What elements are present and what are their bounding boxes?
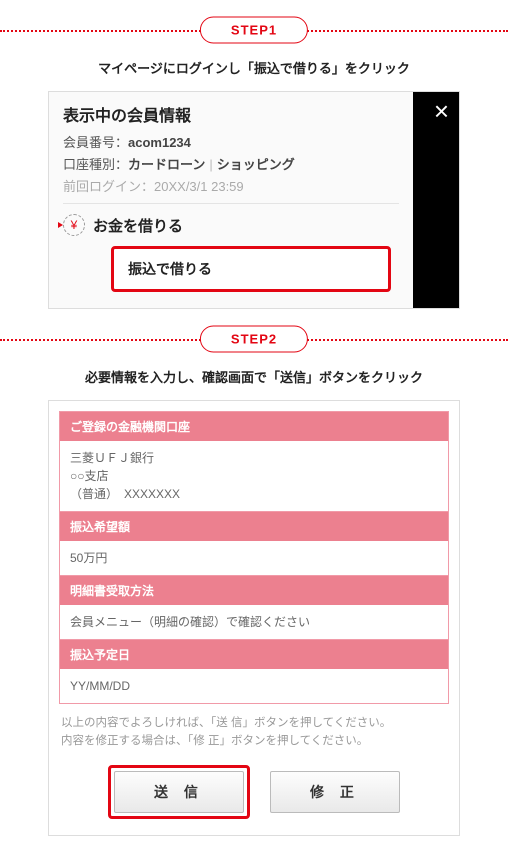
step2-badge: STEP2: [200, 326, 308, 353]
borrow-row: ¥ お金を借りる: [63, 214, 445, 236]
close-icon[interactable]: ×: [434, 98, 449, 124]
field-date-header: 振込予定日: [60, 639, 448, 669]
field-bank-value: 三菱ＵＦＪ銀行 ○○支店 （普通） XXXXXXX: [60, 441, 448, 511]
transfer-borrow-button[interactable]: 振込で借りる: [111, 246, 391, 292]
submit-button[interactable]: 送 信: [114, 771, 244, 813]
mypage-card: × 表示中の会員情報 会員番号：acom1234 口座種別：カードローン | ショッ…: [48, 91, 460, 309]
divider-line: [63, 203, 399, 204]
button-row: 送 信 修 正: [59, 765, 449, 819]
field-amount-value: 50万円: [60, 541, 448, 575]
separator: |: [209, 157, 212, 172]
form-table: ご登録の金融機関口座 三菱ＵＦＪ銀行 ○○支店 （普通） XXXXXXX 振込希…: [59, 411, 449, 704]
step2-caption: 必要情報を入力し、確認画面で「送信」ボタンをクリック: [0, 367, 508, 386]
borrow-section-label: お金を借りる: [93, 215, 183, 236]
member-no-value: acom1234: [128, 135, 191, 150]
step1-caption: マイページにログインし「振込で借りる」をクリック: [0, 58, 508, 77]
account-type-1: カードローン: [128, 157, 205, 172]
step2-divider: STEP2: [0, 319, 508, 359]
step1-divider: STEP1: [0, 10, 508, 50]
account-type-2: ショッピング: [217, 157, 295, 172]
account-type-label: 口座種別：: [63, 157, 128, 172]
card-title: 表示中の会員情報: [63, 102, 445, 126]
yen-icon: ¥: [63, 214, 85, 236]
field-receipt-value: 会員メニュー（明細の確認）で確認ください: [60, 605, 448, 639]
last-login-label: 前回ログイン：: [63, 179, 154, 194]
step1-badge: STEP1: [200, 17, 308, 44]
field-bank-header: ご登録の金融機関口座: [60, 412, 448, 441]
disclaimer-text: 以上の内容でよろしければ、「送 信」ボタンを押してください。 内容を修正する場合…: [61, 714, 447, 751]
field-date-value: YY/MM/DD: [60, 669, 448, 703]
account-type-line: 口座種別：カードローン | ショッピング: [63, 154, 445, 173]
member-no-line: 会員番号：acom1234: [63, 132, 445, 151]
modify-button[interactable]: 修 正: [270, 771, 400, 813]
last-login-value: 20XX/3/1 23:59: [154, 179, 244, 194]
member-no-label: 会員番号：: [63, 135, 128, 150]
submit-highlight: 送 信: [108, 765, 250, 819]
confirm-form-card: ご登録の金融機関口座 三菱ＵＦＪ銀行 ○○支店 （普通） XXXXXXX 振込希…: [48, 400, 460, 836]
field-receipt-header: 明細書受取方法: [60, 575, 448, 605]
field-amount-header: 振込希望額: [60, 511, 448, 541]
last-login-line: 前回ログイン：20XX/3/1 23:59: [63, 176, 445, 195]
